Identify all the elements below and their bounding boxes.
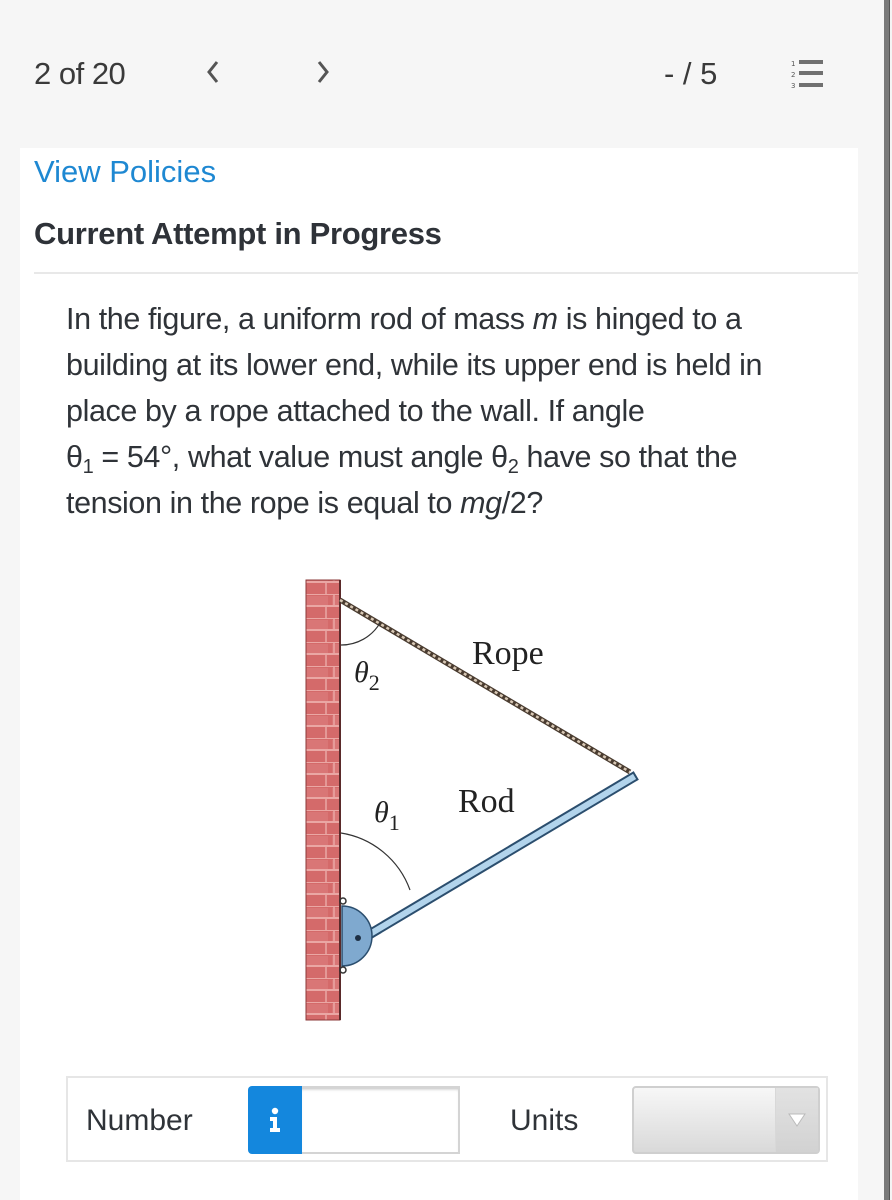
rope-label: Rope [472,635,544,672]
units-dropdown[interactable] [632,1086,820,1154]
question-card: View Policies Current Attempt in Progres… [20,148,858,1200]
brick-wall [305,579,341,1021]
units-label: Units [510,1104,579,1137]
caret-down-icon [788,1113,806,1127]
scrollbar[interactable] [884,0,892,1200]
theta2-label: θ2 [354,656,380,695]
theta1-arc [340,832,411,891]
dropdown-toggle[interactable] [775,1088,818,1152]
attempt-status-heading: Current Attempt in Progress [34,216,442,251]
question-counter: 2 of 20 [34,56,126,91]
rod-label: Rod [458,783,515,820]
theta2-arc [340,622,381,646]
number-input[interactable] [302,1086,460,1154]
svg-text:3: 3 [791,82,795,90]
score-display: - / 5 [664,56,718,91]
numbered-list-icon: 1 2 3 [791,60,823,90]
info-icon [270,1107,280,1132]
previous-question-button[interactable] [198,52,228,92]
question-list-button[interactable]: 1 2 3 [790,58,826,90]
chevron-left-icon [207,61,219,83]
figure-svg: Rope Rod θ2 θ1 [305,579,639,1021]
question-nav-bar: 2 of 20 - / 5 1 2 3 [0,0,880,148]
info-button[interactable] [248,1086,302,1154]
view-policies-link[interactable]: View Policies [34,154,216,190]
chevron-right-icon [317,61,329,83]
question-text: In the figure, a uniform rod of mass m i… [66,302,763,520]
svg-text:1: 1 [791,60,795,68]
scrollbar-thumb[interactable] [884,0,890,1200]
number-label: Number [86,1104,193,1137]
answer-row: Number Units [66,1076,828,1162]
theta1-label: θ1 [374,796,400,835]
divider [34,272,858,274]
svg-text:2: 2 [791,71,795,79]
rod-rope-figure: Rope Rod θ2 θ1 [270,570,660,1030]
next-question-button[interactable] [308,52,338,92]
